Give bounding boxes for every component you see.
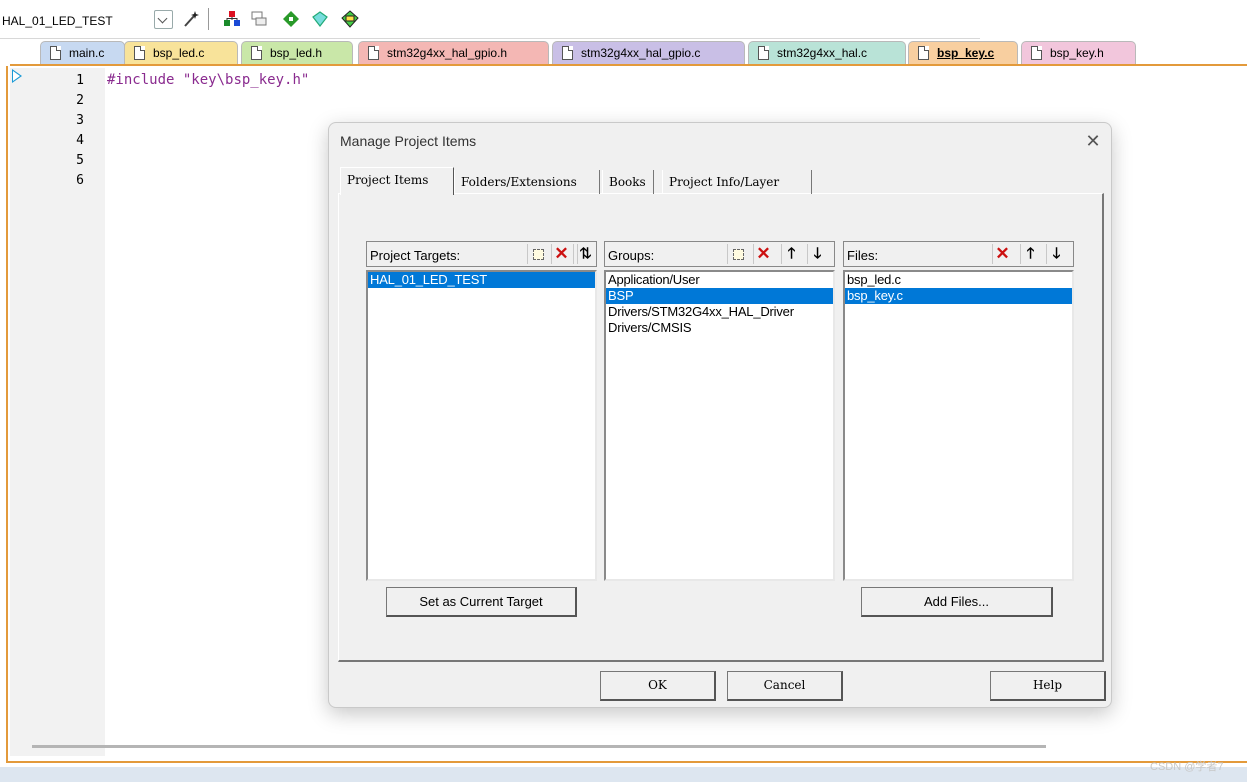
manage-project-items-dialog: Manage Project Items ✕ Project Items Fol…: [328, 122, 1112, 708]
delete-group-icon[interactable]: ✕: [753, 244, 773, 264]
project-targets-label: Project Targets:: [370, 248, 461, 263]
delete-target-icon[interactable]: ✕: [551, 244, 571, 264]
cancel-button[interactable]: Cancel: [727, 671, 843, 701]
watermark-text: CSDN @学者7: [1150, 761, 1224, 773]
move-up-file-icon[interactable]: 🡑: [1020, 244, 1040, 264]
list-item[interactable]: HAL_01_LED_TEST: [368, 272, 595, 288]
target-select[interactable]: HAL_01_LED_TEST: [0, 10, 152, 32]
toolbar: HAL_01_LED_TEST: [0, 0, 980, 39]
pack-installer-icon[interactable]: [310, 9, 330, 29]
project-targets-list[interactable]: HAL_01_LED_TEST: [366, 270, 597, 581]
tab-folders-extensions[interactable]: Folders/Extensions: [454, 170, 600, 194]
toolbar-separator: [208, 8, 209, 30]
editor-tab[interactable]: stm32g4xx_hal_gpio.c: [552, 41, 745, 64]
editor-tab-label: bsp_key.h: [1050, 46, 1104, 60]
horizontal-scrollbar[interactable]: [32, 745, 1046, 748]
editor-tab-label: stm32g4xx_hal.c: [777, 46, 868, 60]
editor-tab[interactable]: bsp_led.c: [124, 41, 238, 64]
new-group-icon[interactable]: [727, 244, 747, 264]
code-line-1[interactable]: #include "key\bsp_key.h": [107, 72, 309, 88]
editor-tab-label: bsp_led.h: [270, 46, 323, 60]
move-down-group-icon[interactable]: 🡓: [807, 244, 827, 264]
current-line-marker-icon: [12, 69, 22, 83]
combo-arrow-icon[interactable]: [154, 10, 173, 29]
list-item[interactable]: BSP: [606, 288, 833, 304]
move-down-file-icon[interactable]: 🡓: [1046, 244, 1066, 264]
status-bar: [0, 767, 1247, 782]
list-item[interactable]: Drivers/STM32G4xx_HAL_Driver: [606, 304, 833, 320]
editor-tab[interactable]: bsp_key.h: [1021, 41, 1136, 64]
tab-project-info-layer[interactable]: Project Info/Layer: [662, 170, 812, 194]
ok-button[interactable]: OK: [600, 671, 716, 701]
help-button[interactable]: Help: [990, 671, 1106, 701]
editor-tab-label: stm32g4xx_hal_gpio.h: [387, 46, 508, 60]
document-icon: [134, 46, 145, 60]
set-current-target-button[interactable]: Set as Current Target: [386, 587, 577, 617]
document-icon: [368, 46, 379, 60]
editor-tab[interactable]: bsp_key.c: [908, 41, 1018, 64]
list-item[interactable]: Drivers/CMSIS: [606, 320, 833, 336]
line-number: 2: [76, 93, 84, 108]
new-target-icon[interactable]: [527, 244, 547, 264]
line-number: 6: [76, 173, 84, 188]
document-icon: [50, 46, 61, 60]
editor-tab[interactable]: main.c: [40, 41, 125, 64]
document-icon: [562, 46, 573, 60]
document-icon: [251, 46, 262, 60]
move-up-group-icon[interactable]: 🡑: [781, 244, 801, 264]
editor-tab-label: bsp_led.c: [153, 46, 205, 60]
files-header: Files: ✕ 🡑 🡓: [843, 241, 1074, 267]
window-icon[interactable]: [249, 9, 269, 29]
editor-tab[interactable]: stm32g4xx_hal_gpio.h: [358, 41, 549, 64]
code-string: "key\bsp_key.h": [182, 72, 310, 88]
add-files-button[interactable]: Add Files...: [861, 587, 1053, 617]
document-icon: [758, 46, 769, 60]
groups-header: Groups: ✕ 🡑 🡓: [604, 241, 835, 267]
groups-label: Groups:: [608, 248, 655, 263]
editor-tab[interactable]: stm32g4xx_hal.c: [748, 41, 906, 64]
editor-tab[interactable]: bsp_led.h: [241, 41, 353, 64]
move-down-target-icon[interactable]: 🡓: [577, 244, 597, 264]
line-number: 4: [76, 133, 84, 148]
magic-wand-icon[interactable]: [181, 9, 201, 29]
editor-tab-label: stm32g4xx_hal_gpio.c: [581, 46, 701, 60]
code-keyword: #include: [107, 72, 175, 88]
groups-list[interactable]: Application/User BSP Drivers/STM32G4xx_HAL…: [604, 270, 835, 581]
line-number: 5: [76, 153, 84, 168]
line-number-gutter: [10, 68, 105, 756]
list-item[interactable]: Application/User: [606, 272, 833, 288]
tab-project-items[interactable]: Project Items: [340, 167, 454, 195]
list-item[interactable]: bsp_key.c: [845, 288, 1072, 304]
files-label: Files:: [847, 248, 879, 263]
editor-tab-label: main.c: [69, 46, 105, 60]
close-icon[interactable]: ✕: [1083, 131, 1103, 151]
load-icon[interactable]: [222, 9, 242, 29]
components-icon[interactable]: [340, 9, 360, 29]
project-targets-header: Project Targets: ✕ 🡑: [366, 241, 597, 267]
line-number: 1: [76, 73, 84, 88]
delete-file-icon[interactable]: ✕: [992, 244, 1012, 264]
list-item[interactable]: bsp_led.c: [845, 272, 1072, 288]
document-icon: [918, 46, 929, 60]
files-list[interactable]: bsp_led.c bsp_key.c: [843, 270, 1074, 581]
tab-books[interactable]: Books: [602, 170, 654, 194]
diamond-icon[interactable]: [281, 9, 301, 29]
dialog-title: Manage Project Items: [340, 133, 477, 149]
line-number: 3: [76, 113, 84, 128]
editor-tab-label: bsp_key.c: [937, 46, 995, 60]
document-icon: [1031, 46, 1042, 60]
